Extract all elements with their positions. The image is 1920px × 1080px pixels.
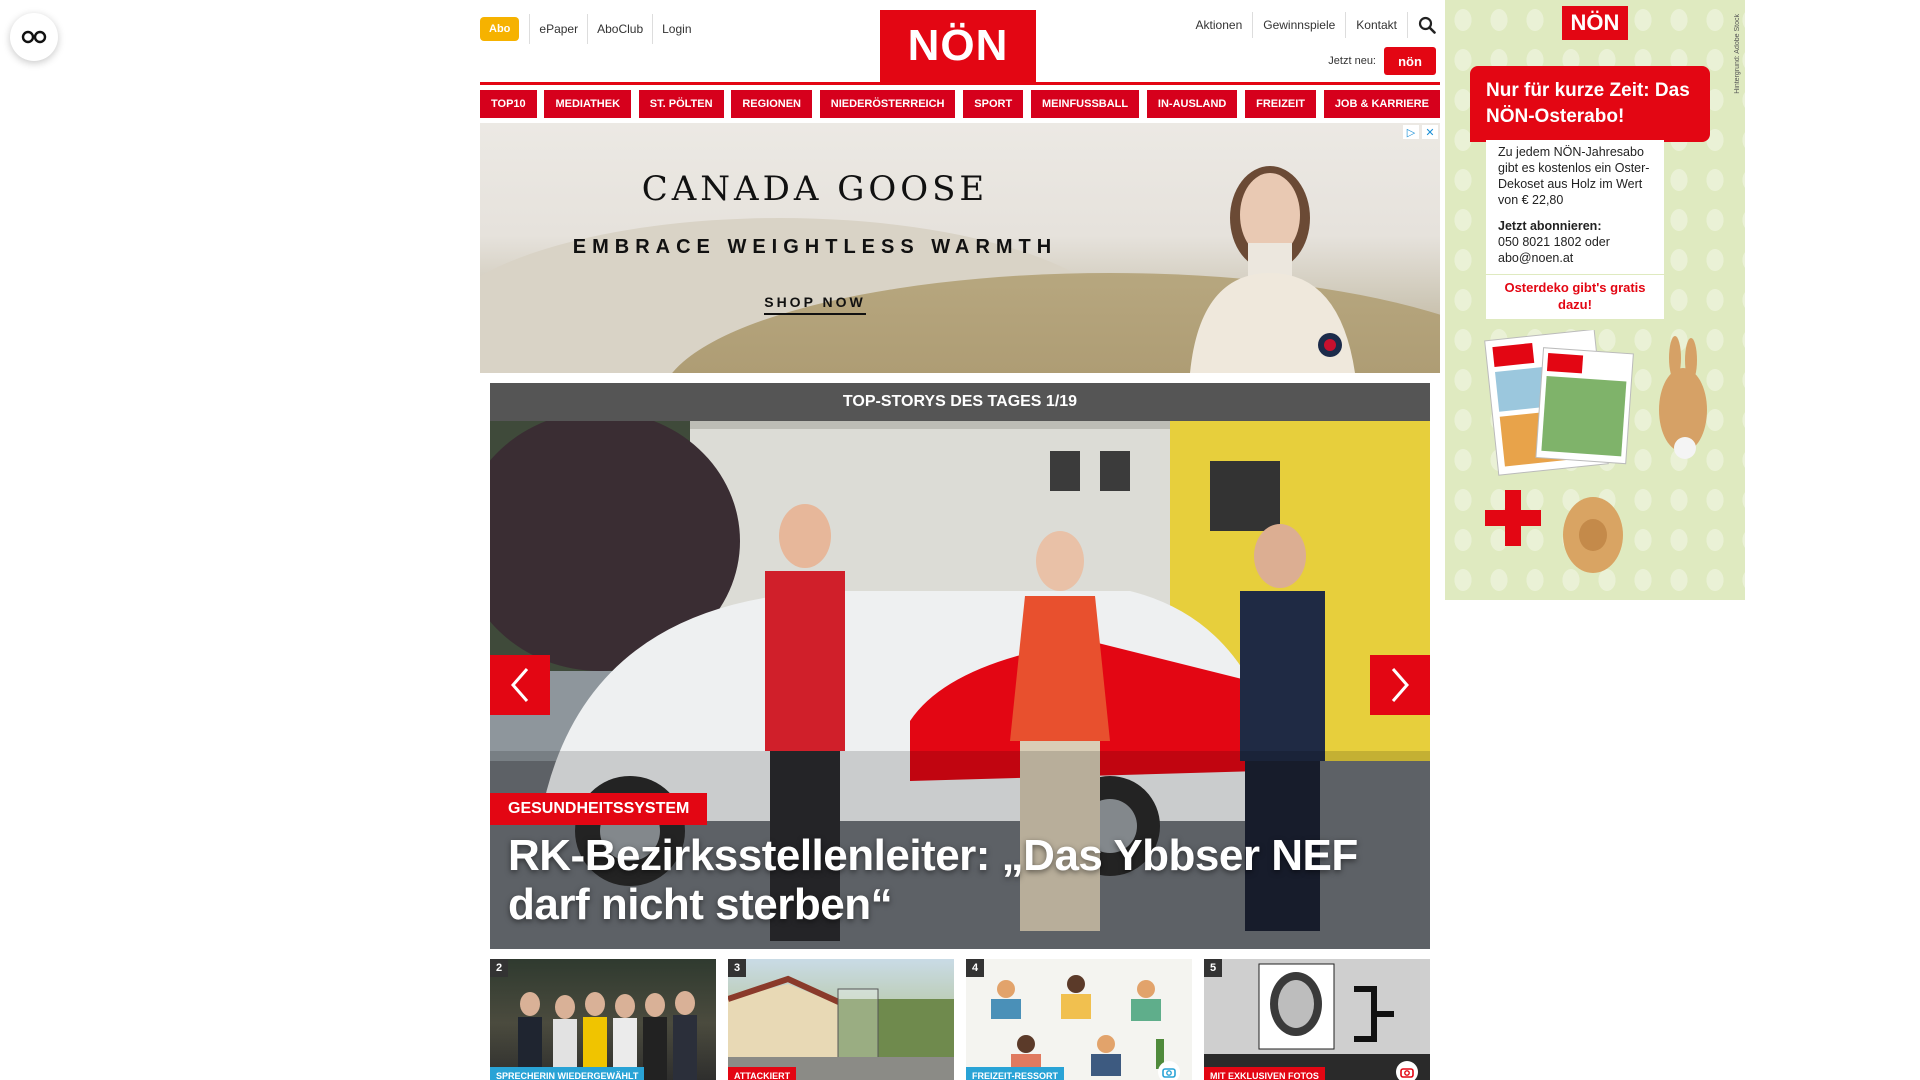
ad-info-icon[interactable]: ▷ [1403, 125, 1419, 139]
abo-button[interactable]: Abo [480, 17, 520, 41]
sidebar-ad-deko: Osterdeko gibt's gratis dazu! [1486, 275, 1664, 319]
header-divider [480, 82, 1440, 85]
thumb-image [991, 975, 1164, 1076]
site-logo[interactable]: NÖN [880, 10, 1036, 82]
ad-cta[interactable]: SHOP NOW [480, 294, 1150, 315]
thumb-category: SPRECHERIN WIEDERGEWÄHLT [490, 1067, 645, 1080]
aboclub-link[interactable]: AboClub [587, 14, 652, 44]
jetzt-neu-logo[interactable]: nön [1384, 47, 1436, 75]
site-header: Abo ePaper AboClub Login NÖN Aktionen Ge… [480, 0, 1440, 82]
chevron-left-icon [511, 668, 529, 702]
hero-category[interactable]: GESUNDHEITSSYSTEM [490, 793, 708, 825]
story-thumbnails: 2 SPRECHERIN WIEDERGEWÄHLT 3 ATTACKIERT [490, 959, 1430, 1080]
search-icon[interactable] [1414, 12, 1440, 38]
sidebar-ad-promo: Nur für kurze Zeit: Das NÖN-Osterabo! [1470, 66, 1710, 142]
ad-tagline: EMBRACE WEIGHTLESS WARMTH [572, 236, 1058, 258]
camera-icon [1396, 1061, 1418, 1080]
thumb-number: 3 [728, 959, 746, 977]
thumb-image [728, 975, 954, 1080]
glasses-icon [21, 30, 47, 44]
nav-regionen[interactable]: REGIONEN [731, 90, 813, 118]
story-thumb-5[interactable]: 5 MIT EXKLUSIVEN FOTOS [1204, 959, 1430, 1080]
jetzt-neu: Jetzt neu: nön [1328, 47, 1436, 75]
ad-model-image [1190, 166, 1355, 373]
sidebar-ad-logo: NÖN [1562, 6, 1628, 40]
nav-top10[interactable]: TOP10 [480, 90, 537, 118]
top-links: Abo ePaper AboClub Login [480, 14, 701, 44]
ad-cta-label: SHOP NOW [764, 294, 866, 315]
nav-freizeit[interactable]: FREIZEIT [1245, 90, 1317, 118]
thumb-category: ATTACKIERT [728, 1067, 797, 1080]
nav-job-karriere[interactable]: JOB & KARRIERE [1323, 90, 1440, 118]
camera-icon [1158, 1061, 1180, 1080]
hero-story[interactable]: GESUNDHEITSSYSTEM RK-Bezirksstellenleite… [490, 421, 1430, 949]
thumb-image [1204, 963, 1430, 1080]
thumb-category: FREIZEIT-RESSORT [966, 1067, 1065, 1080]
sidebar-ad-image [1484, 330, 1707, 573]
sidebar-ad-text: Zu jedem NÖN-Jahresabo gibt es kostenlos… [1498, 145, 1650, 207]
jetzt-neu-label: Jetzt neu: [1328, 55, 1376, 67]
chevron-right-icon [1391, 668, 1409, 702]
nav-sport[interactable]: SPORT [963, 90, 1024, 118]
right-links: Aktionen Gewinnspiele Kontakt [1186, 12, 1440, 38]
nav-in-ausland[interactable]: IN-AUSLAND [1146, 90, 1238, 118]
gewinnspiele-link[interactable]: Gewinnspiele [1253, 12, 1347, 38]
accessibility-button[interactable] [10, 13, 58, 61]
nav-mediathek[interactable]: MEDIATHEK [544, 90, 632, 118]
hero-title[interactable]: RK-Bezirksstellenleiter: „Das Ybbser NEF… [508, 831, 1412, 929]
main-column: Abo ePaper AboClub Login NÖN Aktionen Ge… [480, 0, 1440, 1080]
ad-close-icon[interactable]: ✕ [1422, 125, 1438, 139]
nav-niederoesterreich[interactable]: NIEDERÖSTERREICH [819, 90, 956, 118]
thumb-image [518, 991, 697, 1080]
sidebar-ad[interactable]: NÖN Hintergrund: Adobe Stock Nur für kur… [1445, 0, 1745, 600]
main-nav: TOP10 MEDIATHEK ST. PÖLTEN REGIONEN NIED… [480, 90, 1440, 118]
thumb-number: 5 [1204, 959, 1222, 977]
thumb-number: 4 [966, 959, 984, 977]
sidebar-ad-cta-title: Jetzt abonnieren: [1498, 219, 1602, 233]
carousel-prev-button[interactable] [490, 655, 550, 715]
nav-meinfussball[interactable]: MEINFUSSBALL [1030, 90, 1140, 118]
story-thumb-4[interactable]: 4 FREIZEIT-RESSORT [966, 959, 1192, 1080]
aktionen-link[interactable]: Aktionen [1186, 12, 1254, 38]
sidebar-ad-credit: Hintergrund: Adobe Stock [1734, 14, 1741, 94]
story-thumb-3[interactable]: 3 ATTACKIERT [728, 959, 954, 1080]
story-thumb-2[interactable]: 2 SPRECHERIN WIEDERGEWÄHLT [490, 959, 716, 1080]
top-stories-heading: TOP-STORYS DES TAGES 1/19 [490, 383, 1430, 421]
thumb-number: 2 [490, 959, 508, 977]
ad-choices[interactable]: ▷ ✕ [1403, 125, 1438, 139]
kontakt-link[interactable]: Kontakt [1346, 12, 1408, 38]
epaper-link[interactable]: ePaper [529, 14, 587, 44]
sidebar-ad-card: Zu jedem NÖN-Jahresabo gibt es kostenlos… [1486, 140, 1664, 274]
login-link[interactable]: Login [652, 14, 700, 44]
ad-brand: CANADA GOOSE [641, 169, 989, 209]
top-stories: TOP-STORYS DES TAGES 1/19 GESUNDHEITSSYS… [490, 383, 1430, 1080]
nav-st-poelten[interactable]: ST. PÖLTEN [638, 90, 724, 118]
ad-banner[interactable]: CANADA GOOSE EMBRACE WEIGHTLESS WARMTH S… [480, 123, 1440, 373]
carousel-next-button[interactable] [1370, 655, 1430, 715]
thumb-category: MIT EXKLUSIVEN FOTOS [1204, 1067, 1325, 1080]
sidebar-ad-cta-text: 050 8021 1802 oder abo@noen.at [1498, 235, 1610, 265]
